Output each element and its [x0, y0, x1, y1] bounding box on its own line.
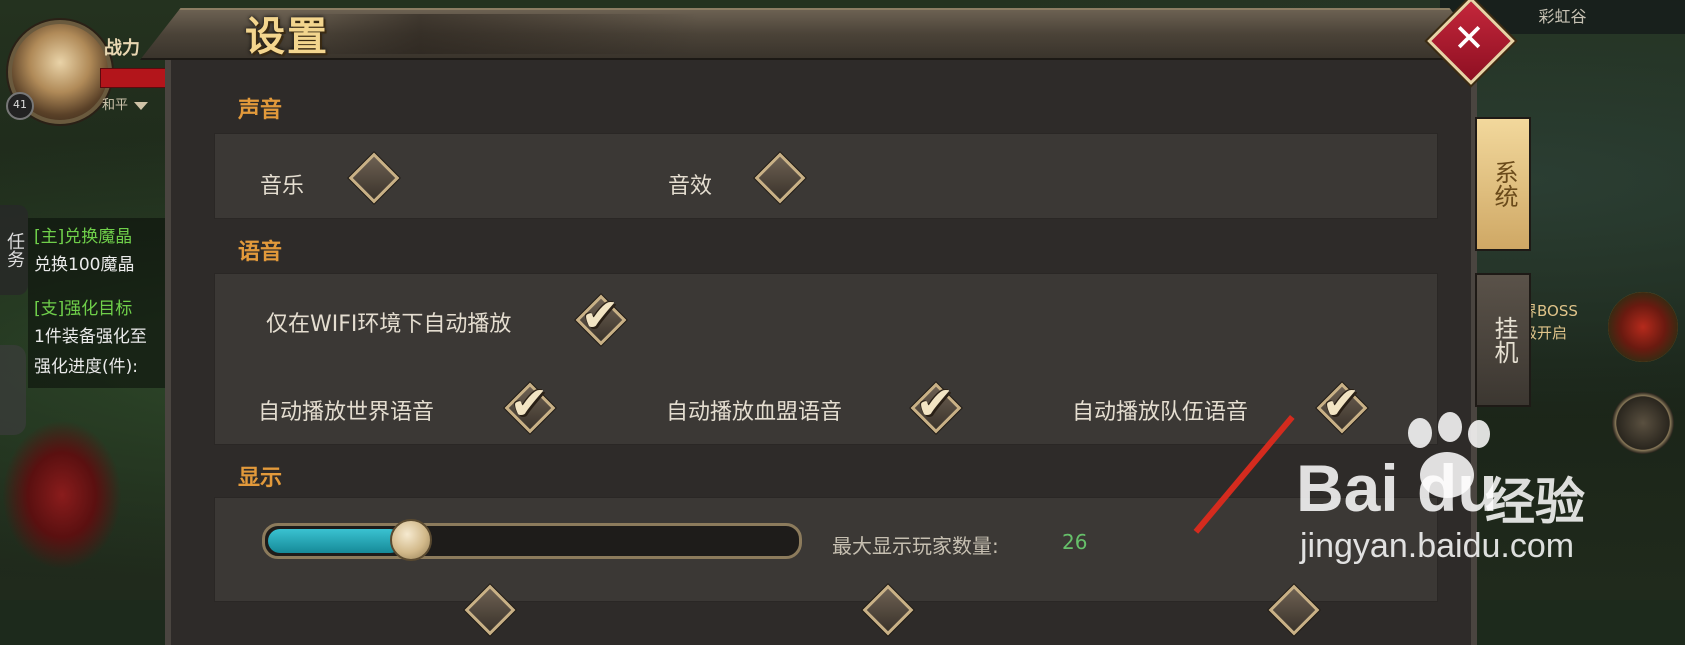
wifi-autoplay-label: 仅在WIFI环境下自动播放	[266, 312, 512, 337]
window-title: 设置	[245, 13, 329, 60]
team-voice-label: 自动播放队伍语音	[1072, 400, 1249, 425]
watermark-cn: 经验	[1485, 473, 1585, 531]
sfx-label: 音效	[668, 174, 713, 199]
checkmark-icon: ✔	[915, 376, 955, 430]
quest-line[interactable]: [支]强化目标	[34, 294, 132, 319]
level-badge: 41	[6, 92, 34, 120]
pk-mode-dropdown[interactable]: 和平	[102, 94, 149, 113]
quest-line[interactable]: 兑换100魔晶	[34, 250, 134, 275]
watermark-url: jingyan.baidu.com	[1300, 527, 1575, 565]
quest-line[interactable]: 1件装备强化至	[34, 322, 147, 347]
quest-tab[interactable]: 任务	[0, 205, 28, 295]
world-voice-label: 自动播放世界语音	[258, 400, 435, 425]
paw-icon	[1468, 420, 1490, 448]
power-label: 战力	[104, 38, 140, 59]
quest-line[interactable]: 强化进度(件):	[34, 352, 138, 377]
quest-line[interactable]: [主]兑换魔晶	[34, 222, 132, 247]
paw-icon	[1438, 412, 1462, 442]
world-boss-icon[interactable]	[1608, 292, 1678, 362]
monster-sprite	[2, 420, 122, 570]
checkmark-icon: ✔	[509, 376, 549, 430]
paw-icon	[1408, 418, 1432, 448]
checkmark-icon: ✔	[580, 288, 620, 342]
tab-system[interactable]: 系统	[1475, 117, 1531, 251]
tab-idle[interactable]: 挂机	[1475, 273, 1531, 407]
max-players-value: 26	[1062, 530, 1088, 554]
max-players-label: 最大显示玩家数量:	[832, 534, 999, 558]
max-players-slider[interactable]	[262, 523, 802, 559]
section-title-sound: 声音	[238, 98, 283, 123]
left-hud: 41 战力 和平 任务 [主]兑换魔晶 兑换100魔晶 [支]强化目标 1件装备…	[0, 0, 180, 600]
checkmark-icon: ✔	[1321, 376, 1361, 430]
chevron-down-icon	[134, 101, 149, 110]
slider-handle[interactable]	[390, 519, 432, 561]
guild-voice-label: 自动播放血盟语音	[666, 400, 843, 425]
slider-fill	[268, 529, 402, 553]
section-title-voice: 语音	[238, 240, 283, 265]
section-title-display: 显示	[238, 466, 283, 491]
close-icon[interactable]: ✕	[1453, 12, 1485, 64]
compass-button[interactable]	[1612, 392, 1674, 454]
title-decoration	[300, 14, 700, 54]
watermark-brand: Bai du	[1296, 451, 1498, 525]
pk-mode-label: 和平	[102, 98, 129, 113]
music-label: 音乐	[260, 174, 305, 199]
